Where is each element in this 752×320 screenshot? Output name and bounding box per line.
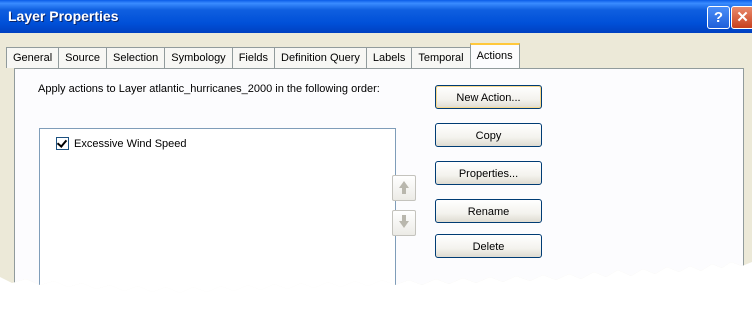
tab-symbology[interactable]: Symbology	[164, 47, 232, 68]
tab-labels[interactable]: Labels	[365, 47, 412, 68]
tab-source[interactable]: Source	[58, 47, 106, 68]
help-button[interactable]: ?	[707, 6, 730, 29]
checkmark-icon	[56, 137, 68, 148]
copy-button[interactable]: Copy	[435, 123, 542, 147]
title-bar[interactable]: Layer Properties ? ✕	[0, 0, 752, 33]
tab-selection[interactable]: Selection	[106, 47, 165, 68]
tab-general[interactable]: General	[6, 47, 59, 68]
layer-properties-dialog: Layer Properties ? ✕ General Source Sele…	[0, 0, 752, 293]
rename-button[interactable]: Rename	[435, 199, 542, 223]
tab-definition-query[interactable]: Definition Query	[274, 47, 366, 68]
tab-fields[interactable]: Fields	[231, 47, 275, 68]
action-enabled-checkbox[interactable]	[56, 137, 69, 150]
arrow-down-icon	[399, 221, 409, 228]
dialog-title: Layer Properties	[8, 8, 119, 24]
properties-button[interactable]: Properties...	[435, 161, 542, 185]
actions-description: Apply actions to Layer atlantic_hurrican…	[38, 83, 380, 95]
delete-button[interactable]: Delete	[435, 234, 542, 258]
actions-list[interactable]: Excessive Wind Speed	[39, 128, 396, 293]
arrow-up-icon	[399, 181, 409, 188]
move-up-button[interactable]	[392, 175, 416, 201]
move-down-button[interactable]	[392, 210, 416, 236]
tab-strip: General Source Selection Symbology Field…	[6, 43, 520, 68]
list-item[interactable]: Excessive Wind Speed	[56, 137, 187, 150]
tab-temporal[interactable]: Temporal	[411, 47, 470, 68]
tab-actions[interactable]: Actions	[469, 43, 520, 68]
action-label: Excessive Wind Speed	[74, 137, 187, 150]
actions-tab-panel: Apply actions to Layer atlantic_hurrican…	[14, 68, 744, 293]
close-button[interactable]: ✕	[731, 6, 752, 29]
new-action-button[interactable]: New Action...	[435, 85, 542, 109]
